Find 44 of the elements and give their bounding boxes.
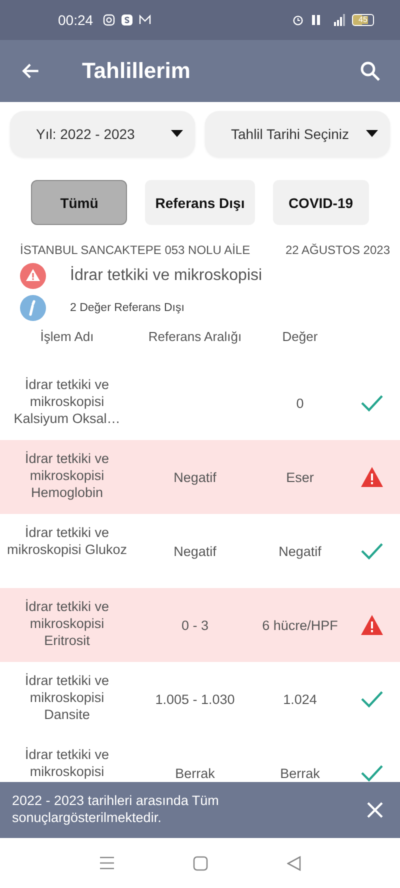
reference-range: Negatif bbox=[172, 470, 218, 484]
reference-range: Negatif bbox=[172, 544, 218, 558]
dropdown[interactable]: Yıl: 2022 - 2023 bbox=[10, 111, 195, 157]
result-value: Eser bbox=[285, 470, 315, 484]
result-value: Berrak bbox=[279, 766, 321, 780]
column-header: İşlem Adı bbox=[39, 329, 95, 344]
result-value: 1.024 bbox=[282, 692, 318, 706]
status-time: 00:24 bbox=[58, 12, 94, 28]
filter-tab[interactable]: COVID-19 bbox=[272, 180, 369, 225]
out-of-range-summary: 2 Değer Referans Dışı bbox=[70, 302, 184, 314]
snackbar-message: 2022 - 2023 tarihleri arasında Tüm sonuçlargösterilmektedir. bbox=[12, 793, 220, 827]
caret-icon bbox=[171, 130, 183, 138]
app-badge-icon bbox=[121, 14, 134, 26]
column-header: Değer bbox=[281, 329, 319, 344]
test-item-name: İdrar tetkiki ve mikroskopisi Glukoz bbox=[6, 524, 128, 559]
test-item-name: İdrar tetkiki ve mikroskopisi Kalsiyum Oksal… bbox=[12, 376, 122, 428]
result-value: Negatif bbox=[278, 544, 322, 558]
test-item-name: İdrar tetkiki ve mikroskopisi Hemoglobin bbox=[24, 450, 110, 502]
reference-range: Berrak bbox=[174, 766, 216, 780]
reference-range: 1.005 - 1.030 bbox=[154, 692, 236, 706]
test-item-name: İdrar tetkiki ve mikroskopisi bbox=[24, 746, 110, 781]
result-value: 0 bbox=[295, 396, 305, 410]
test-name: İdrar tetkiki ve mikroskopisi bbox=[70, 267, 262, 285]
result-value: 6 hücre/HPF bbox=[261, 618, 339, 632]
dropdown[interactable]: Tahlil Tarihi Seçiniz bbox=[205, 111, 390, 157]
screen-title: Tahlillerim bbox=[82, 58, 192, 84]
caret-icon bbox=[366, 130, 378, 138]
filter-tab[interactable]: Referans Dışı bbox=[145, 180, 255, 225]
alarm-icon bbox=[292, 14, 304, 26]
home-icon[interactable] bbox=[193, 856, 208, 870]
info-icon bbox=[20, 295, 46, 321]
back-icon[interactable] bbox=[286, 856, 301, 870]
facility-name: İSTANBUL SANCAKTEPE 053 NOLU AİLE bbox=[20, 243, 250, 257]
test-item-name: İdrar tetkiki ve mikroskopisi Dansite bbox=[24, 672, 110, 724]
camera-app-icon bbox=[103, 14, 116, 26]
filter-tab[interactable]: Tümü bbox=[31, 180, 128, 225]
report-date: 22 AĞUSTOS 2023 bbox=[285, 243, 390, 257]
menu-icon[interactable] bbox=[99, 856, 116, 870]
warning-icon bbox=[20, 263, 46, 289]
reference-range: 0 - 3 bbox=[180, 618, 210, 632]
battery-icon: 45 bbox=[352, 14, 374, 26]
test-item-name: İdrar tetkiki ve mikroskopisi Eritrosit bbox=[24, 598, 110, 650]
mail-icon bbox=[139, 14, 152, 26]
column-header: Referans Aralığı bbox=[147, 329, 243, 344]
